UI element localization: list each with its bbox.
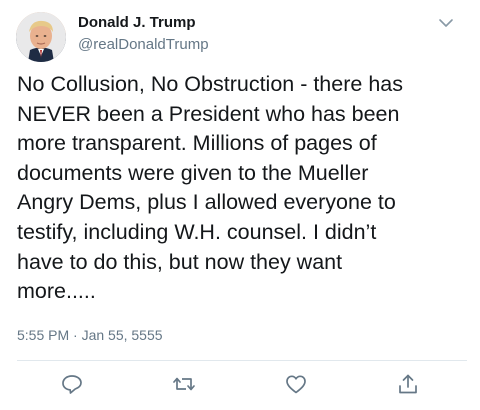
chevron-down-icon[interactable] xyxy=(438,16,454,28)
avatar[interactable] xyxy=(16,12,66,62)
like-icon[interactable] xyxy=(284,372,308,396)
author-handle[interactable]: @realDonaldTrump xyxy=(78,36,209,54)
tweet-timestamp[interactable]: 5:55 PM · Jan 55, 5555 xyxy=(17,326,163,344)
divider xyxy=(17,360,467,361)
retweet-icon[interactable] xyxy=(172,372,196,396)
share-icon[interactable] xyxy=(396,372,420,396)
profile-photo xyxy=(16,12,66,62)
tweet-card: Donald J. Trump @realDonaldTrump No Coll… xyxy=(0,0,480,410)
reply-icon[interactable] xyxy=(60,372,84,396)
tweet-text: No Collusion, No Obstruction - there has… xyxy=(17,72,403,304)
author-name[interactable]: Donald J. Trump xyxy=(78,14,196,32)
